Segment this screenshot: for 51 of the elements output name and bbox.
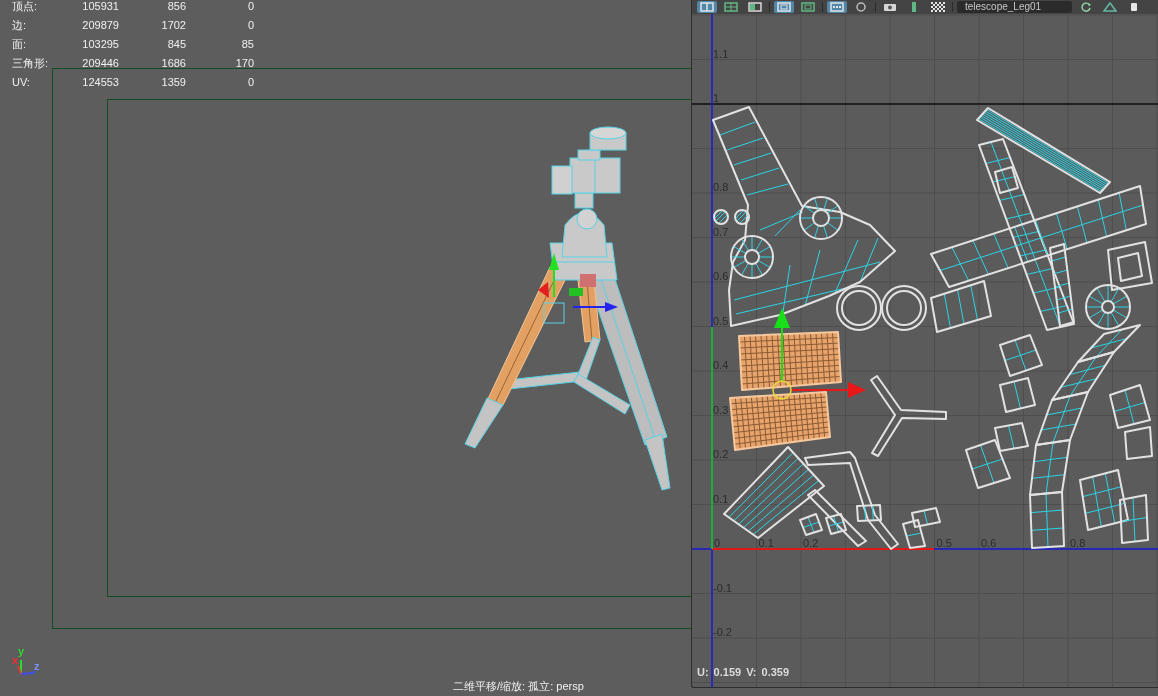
toolbar-button[interactable] [745, 1, 765, 13]
toolbar-button[interactable] [1100, 1, 1120, 13]
bar-icon [912, 2, 916, 12]
coordinate-value: 0.359 [761, 666, 790, 679]
stat-label: 面: [12, 38, 28, 51]
split-panel-icon [700, 2, 714, 12]
frame-icon [801, 2, 815, 12]
stat-value: 85 [240, 38, 254, 51]
stat-value: 1702 [160, 19, 186, 32]
stat-value: 124553 [81, 76, 119, 89]
axis-label: x [12, 655, 19, 666]
frame-icon [777, 2, 791, 12]
stat-label: 顶点: [12, 0, 39, 13]
stat-label: 三角形: [12, 57, 50, 70]
stat-value: 0 [246, 76, 254, 89]
checker-icon [931, 2, 945, 12]
axis-label: z [34, 661, 40, 672]
stat-value: 103295 [81, 38, 119, 51]
stat-label: UV: [12, 76, 31, 89]
stat-value: 856 [166, 0, 186, 13]
stat-value: 845 [166, 38, 186, 51]
coordinate-label: U: [697, 666, 709, 679]
stat-value: 0 [246, 0, 254, 13]
stat-value: 209879 [81, 19, 119, 32]
triangle-icon [1103, 2, 1117, 12]
viewport-status-text: 二维平移/缩放: 孤立: persp [453, 680, 584, 693]
toolbar-button[interactable] [721, 1, 741, 13]
axis-label: y [18, 646, 25, 657]
stat-value: 1686 [160, 57, 186, 70]
toolbar-button[interactable] [697, 1, 717, 13]
toolbar-button[interactable] [827, 1, 847, 13]
toolbar-button[interactable] [928, 1, 948, 13]
ring-icon [855, 2, 867, 12]
coordinate-value: 0.159 [713, 666, 742, 679]
stat-value: 105931 [81, 0, 119, 13]
view-axis-icon [17, 659, 37, 676]
grid-icon [724, 2, 738, 12]
stat-label: 边: [12, 19, 28, 32]
stat-value: 170 [234, 57, 254, 70]
panel-icon [748, 2, 762, 12]
stat-value: 209446 [81, 57, 119, 70]
stat-value: 1359 [160, 76, 186, 89]
move-manipulator-icon[interactable] [772, 308, 866, 400]
rectangle-icon [1131, 3, 1137, 11]
object-name-field[interactable]: telescope_Leg01 [957, 1, 1072, 13]
move-manipulator-icon[interactable] [538, 253, 618, 324]
circular-arrow-icon [1080, 2, 1092, 12]
dotted-frame-icon [830, 2, 844, 12]
coordinate-label: V: [746, 666, 757, 679]
stat-value: 0 [246, 19, 254, 32]
camera-icon [883, 2, 897, 12]
